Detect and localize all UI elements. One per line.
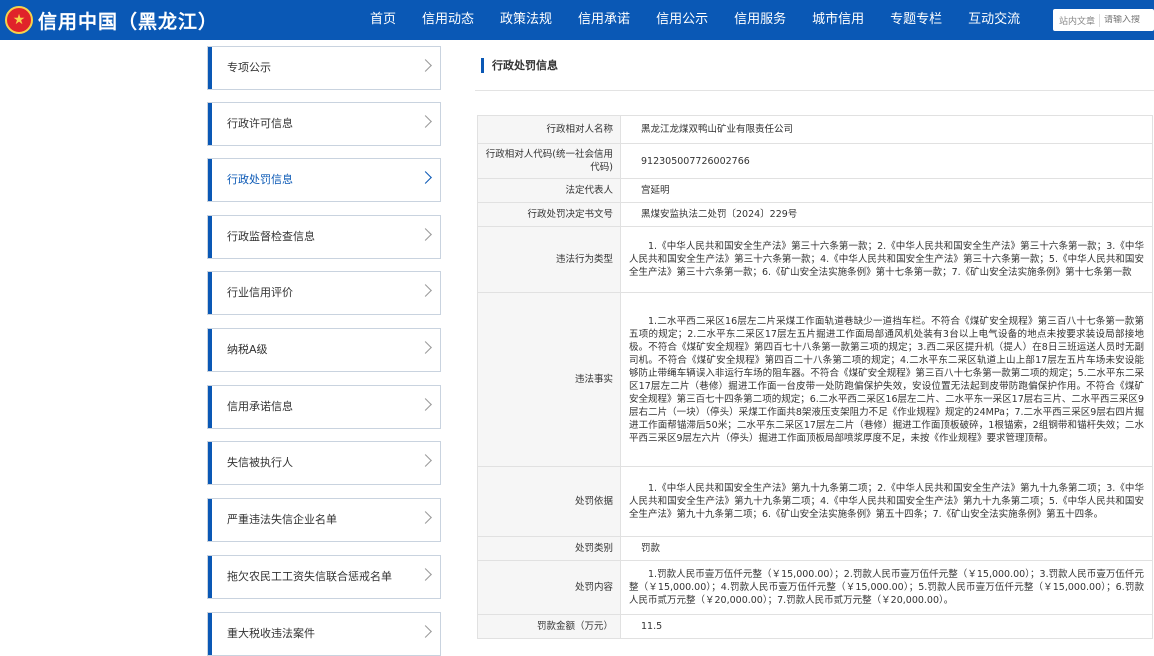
sidebar-item-label: 专项公示 (227, 61, 271, 74)
table-row: 行政相对人名称 黑龙江龙煤双鸭山矿业有限责任公司 (477, 115, 1153, 144)
table-row: 违法事实 1.二水平西二采区16层左二片采煤工作面轨道巷缺少一道挡车栏。不符合《… (477, 292, 1153, 467)
row-value: 黑煤安监执法二处罚〔2024〕229号 (620, 202, 1153, 227)
sidebar-item-label: 严重违法失信企业名单 (227, 513, 337, 526)
sidebar-item-inspection[interactable]: 行政监督检查信息 (207, 215, 441, 259)
row-value: 宫延明 (620, 178, 1153, 203)
row-key: 行政相对人名称 (477, 115, 621, 144)
row-value: 1.《中华人民共和国安全生产法》第三十六条第一款；2.《中华人民共和国安全生产法… (620, 226, 1153, 293)
row-value: 黑龙江龙煤双鸭山矿业有限责任公司 (620, 115, 1153, 144)
row-key: 罚款金额（万元） (477, 614, 621, 639)
sidebar-item-credit-commitment[interactable]: 信用承诺信息 (207, 385, 441, 429)
row-value: 912305007726002766 (620, 143, 1153, 179)
table-row: 违法行为类型 1.《中华人民共和国安全生产法》第三十六条第一款；2.《中华人民共… (477, 226, 1153, 293)
sidebar-item-admin-penalty[interactable]: 行政处罚信息 (207, 158, 441, 202)
row-key: 处罚内容 (477, 560, 621, 615)
sidebar-item-tax-violations[interactable]: 重大税收违法案件 (207, 612, 441, 656)
sidebar-item-serious-violators[interactable]: 严重违法失信企业名单 (207, 498, 441, 542)
nav-credit-news[interactable]: 信用动态 (409, 0, 487, 40)
nav-interaction[interactable]: 互动交流 (955, 0, 1033, 40)
top-header: ★ 信用中国（黑龙江） 首页 信用动态 政策法规 信用承诺 信用公示 信用服务 … (0, 0, 1154, 40)
row-key: 法定代表人 (477, 178, 621, 203)
site-title: 信用中国（黑龙江） (38, 10, 219, 33)
search-box: 站内文章 (1053, 9, 1154, 31)
title-accent-bar (481, 58, 484, 73)
nav-special-topics[interactable]: 专题专栏 (877, 0, 955, 40)
search-input[interactable] (1100, 15, 1145, 25)
row-key: 处罚依据 (477, 466, 621, 537)
nav-credit-services[interactable]: 信用服务 (721, 0, 799, 40)
row-value: 1.《中华人民共和国安全生产法》第九十九条第二项；2.《中华人民共和国安全生产法… (620, 466, 1153, 537)
sidebar-item-label: 行政处罚信息 (227, 173, 293, 186)
row-value: 1.二水平西二采区16层左二片采煤工作面轨道巷缺少一道挡车栏。不符合《煤矿安全规… (620, 292, 1153, 467)
table-row: 法定代表人 宫延明 (477, 178, 1153, 203)
main-nav: 首页 信用动态 政策法规 信用承诺 信用公示 信用服务 城市信用 专题专栏 互动… (357, 0, 1033, 40)
table-row: 行政处罚决定书文号 黑煤安监执法二处罚〔2024〕229号 (477, 202, 1153, 227)
nav-policies[interactable]: 政策法规 (487, 0, 565, 40)
sidebar-item-special-disclosure[interactable]: 专项公示 (207, 46, 441, 90)
sidebar-item-label: 行政监督检查信息 (227, 230, 315, 243)
nav-city-credit[interactable]: 城市信用 (799, 0, 877, 40)
nav-credit-disclosure[interactable]: 信用公示 (643, 0, 721, 40)
sidebar-item-label: 行业信用评价 (227, 286, 293, 299)
sidebar-item-label: 行政许可信息 (227, 117, 293, 130)
row-key: 行政相对人代码(统一社会信用代码) (477, 143, 621, 179)
chevron-right-icon (419, 115, 432, 128)
chevron-right-icon (419, 511, 432, 524)
row-key: 违法行为类型 (477, 226, 621, 293)
nav-home[interactable]: 首页 (357, 0, 409, 40)
chevron-right-icon (419, 568, 432, 581)
page-title: 行政处罚信息 (492, 59, 558, 72)
sidebar-item-label: 失信被执行人 (227, 456, 293, 469)
chevron-right-icon (419, 59, 432, 72)
table-row: 处罚依据 1.《中华人民共和国安全生产法》第九十九条第二项；2.《中华人民共和国… (477, 466, 1153, 537)
chevron-right-icon (419, 284, 432, 297)
nav-credit-commitment[interactable]: 信用承诺 (565, 0, 643, 40)
row-key: 处罚类别 (477, 536, 621, 561)
sidebar-item-tax-a-grade[interactable]: 纳税A级 (207, 328, 441, 372)
sidebar-item-dishonest-debtors[interactable]: 失信被执行人 (207, 441, 441, 485)
chevron-right-icon (419, 454, 432, 467)
section-header: 行政处罚信息 (475, 40, 1154, 91)
row-key: 行政处罚决定书文号 (477, 202, 621, 227)
chevron-right-icon (419, 398, 432, 411)
sidebar-item-label: 拖欠农民工工资失信联合惩戒名单 (227, 570, 392, 583)
sidebar-item-admin-license[interactable]: 行政许可信息 (207, 102, 441, 146)
sidebar-item-label: 信用承诺信息 (227, 400, 293, 413)
search-scope-select[interactable]: 站内文章 (1053, 13, 1101, 27)
row-value: 1.罚款人民币壹万伍仟元整（￥15,000.00）；2.罚款人民币壹万伍仟元整（… (620, 560, 1153, 615)
table-row: 行政相对人代码(统一社会信用代码) 912305007726002766 (477, 143, 1153, 179)
national-emblem-icon: ★ (5, 6, 33, 34)
row-value: 11.5 (620, 614, 1153, 639)
chevron-right-icon (419, 228, 432, 241)
site-logo[interactable]: ★ 信用中国（黑龙江） (5, 5, 218, 35)
sidebar-item-label: 重大税收违法案件 (227, 627, 315, 640)
row-value: 罚款 (620, 536, 1153, 561)
sidebar-item-wage-arrears[interactable]: 拖欠农民工工资失信联合惩戒名单 (207, 555, 441, 599)
penalty-detail-table: 行政相对人名称 黑龙江龙煤双鸭山矿业有限责任公司 行政相对人代码(统一社会信用代… (477, 115, 1153, 639)
table-row: 处罚内容 1.罚款人民币壹万伍仟元整（￥15,000.00）；2.罚款人民币壹万… (477, 560, 1153, 615)
table-row: 罚款金额（万元） 11.5 (477, 614, 1153, 639)
sidebar-item-industry-rating[interactable]: 行业信用评价 (207, 271, 441, 315)
table-row: 处罚类别 罚款 (477, 536, 1153, 561)
row-key: 违法事实 (477, 292, 621, 467)
chevron-right-icon (419, 171, 432, 184)
chevron-right-icon (419, 625, 432, 638)
sidebar-item-label: 纳税A级 (227, 343, 268, 356)
chevron-right-icon (419, 341, 432, 354)
